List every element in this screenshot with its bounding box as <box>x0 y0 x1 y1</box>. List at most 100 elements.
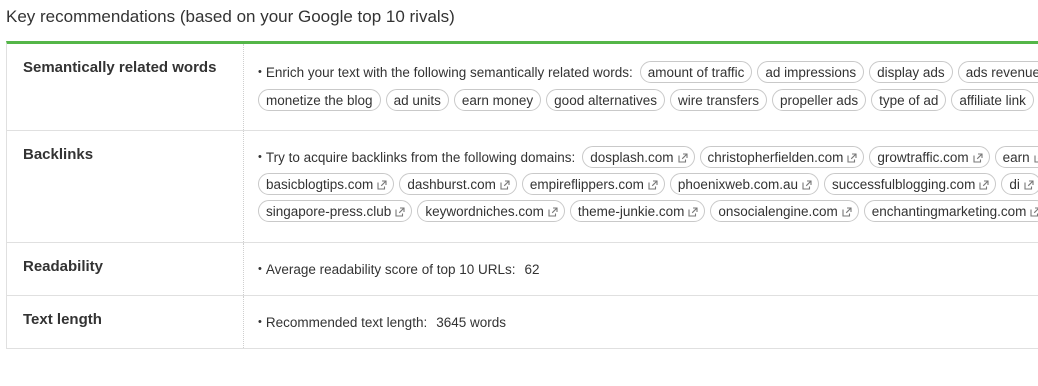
external-link-icon <box>1034 153 1038 163</box>
keyword-label: monetize the blog <box>266 92 373 108</box>
external-link-icon <box>688 206 698 217</box>
domain-label: growtraffic.com <box>877 149 969 165</box>
domain-chip[interactable]: singapore-press.club <box>258 200 413 222</box>
bullet: • <box>258 316 262 328</box>
row-label-text-length: Text length <box>23 311 102 328</box>
row-content-text-length: • Recommended text length: 3645 words <box>243 296 1038 348</box>
domain-chip[interactable]: dosplash.com <box>582 146 695 168</box>
keyword-chip[interactable]: earn money <box>453 89 542 111</box>
domain-label: dashburst.com <box>407 176 496 192</box>
backlinks-line-2: basicblogtips.com dashburst.com empireflip… <box>258 172 1038 196</box>
domain-label: di <box>1009 176 1020 192</box>
bullet: • <box>258 263 262 275</box>
keyword-label: ad impressions <box>765 64 857 80</box>
domain-label: enchantingmarketing.com <box>871 203 1027 219</box>
external-link-icon <box>1024 179 1034 190</box>
keyword-label: wire transfers <box>678 92 760 108</box>
keyword-chip[interactable]: ads revenue <box>957 61 1038 83</box>
external-link-icon <box>979 179 989 190</box>
external-link-icon <box>842 206 852 217</box>
keyword-chip[interactable]: ad units <box>385 89 449 111</box>
row-label-readability: Readability <box>23 258 104 275</box>
domain-chip[interactable]: onsocialengine.com <box>710 200 859 222</box>
domain-label: basicblogtips.com <box>266 176 374 192</box>
domain-label: christopherfielden.com <box>707 149 844 165</box>
domain-label: successfulblogging.com <box>831 176 976 192</box>
readability-score: 62 <box>524 261 540 277</box>
external-link-icon <box>802 179 812 190</box>
domain-chip[interactable]: successfulblogging.com <box>823 173 997 195</box>
external-link-icon <box>548 206 558 217</box>
row-label-backlinks: Backlinks <box>23 146 94 163</box>
row-semantic: Semantically related words • Enrich your… <box>7 44 1038 131</box>
domain-label: onsocialengine.com <box>718 203 838 219</box>
semantic-lead-text: Enrich your text with the following sema… <box>265 64 633 80</box>
backlinks-line-3: singapore-press.club keywordniches.com the… <box>258 199 1038 223</box>
keyword-chip[interactable]: good alternatives <box>546 89 665 111</box>
keyword-chip[interactable]: amount of traffic <box>639 61 753 83</box>
keyword-label: display ads <box>877 64 945 80</box>
text-length-lead-text: Recommended text length: <box>265 314 428 330</box>
external-link-icon <box>395 206 405 217</box>
keyword-label: amount of traffic <box>647 64 745 80</box>
domain-chip[interactable]: growtraffic.com <box>869 146 990 168</box>
row-text-length: Text length • Recommended text length: 3… <box>7 296 1038 349</box>
external-link-icon <box>1030 206 1038 217</box>
keyword-label: affiliate link <box>959 92 1026 108</box>
keyword-chip[interactable]: monetize the blog <box>258 89 381 111</box>
row-readability: Readability • Average readability score … <box>7 243 1038 296</box>
keyword-chip[interactable]: propeller ads <box>772 89 867 111</box>
readability-lead-text: Average readability score of top 10 URLs… <box>265 261 516 277</box>
row-label-semantic: Semantically related words <box>23 59 217 76</box>
domain-label: empireflippers.com <box>529 176 644 192</box>
domain-label: dosplash.com <box>590 149 674 165</box>
external-link-icon <box>973 152 983 163</box>
domain-label: earn <box>1002 149 1030 165</box>
domain-chip[interactable]: enchantingmarketing.com <box>863 200 1038 222</box>
backlinks-line-1: • Try to acquire backlinks from the foll… <box>258 145 1038 169</box>
keyword-chip[interactable]: type of ad <box>871 89 947 111</box>
external-link-icon <box>648 179 658 190</box>
domain-label: phoenixweb.com.au <box>677 176 798 192</box>
domain-chip[interactable]: earn <box>994 146 1038 168</box>
row-content-readability: • Average readability score of top 10 UR… <box>243 243 1038 295</box>
row-backlinks: Backlinks • Try to acquire backlinks fro… <box>7 131 1038 243</box>
domain-label: theme-junkie.com <box>577 203 685 219</box>
recommended-text-length: 3645 words <box>436 314 506 330</box>
keyword-label: ads revenue <box>965 64 1038 80</box>
keyword-label: type of ad <box>879 92 939 108</box>
external-link-icon <box>847 152 857 163</box>
readability-line: • Average readability score of top 10 UR… <box>258 257 540 281</box>
domain-chip[interactable]: phoenixweb.com.au <box>669 173 819 195</box>
keyword-chip[interactable]: display ads <box>869 61 953 83</box>
row-content-semantic: • Enrich your text with the following se… <box>243 44 1038 130</box>
keyword-label: earn money <box>461 92 534 108</box>
text-length-line: • Recommended text length: 3645 words <box>258 310 506 334</box>
page-title: Key recommendations (based on your Googl… <box>6 7 455 26</box>
keyword-chip[interactable]: affiliate link <box>951 89 1034 111</box>
domain-chip[interactable]: christopherfielden.com <box>699 146 865 168</box>
external-link-icon <box>500 179 510 190</box>
keyword-chip[interactable]: wire transfers <box>670 89 768 111</box>
domain-chip[interactable]: di <box>1001 173 1038 195</box>
backlinks-lead-text: Try to acquire backlinks from the follow… <box>265 149 576 165</box>
semantic-line-1: • Enrich your text with the following se… <box>258 60 1038 84</box>
domain-chip[interactable]: keywordniches.com <box>417 200 565 222</box>
keyword-label: propeller ads <box>780 92 859 108</box>
keyword-label: ad units <box>393 92 441 108</box>
row-content-backlinks: • Try to acquire backlinks from the foll… <box>243 131 1038 242</box>
bullet: • <box>258 151 262 163</box>
bullet: • <box>258 66 262 78</box>
domain-label: keywordniches.com <box>425 203 544 219</box>
semantic-line-2: monetize the blog ad units earn money good … <box>258 88 1034 112</box>
recommendations-table: Semantically related words • Enrich your… <box>6 41 1038 349</box>
domain-chip[interactable]: basicblogtips.com <box>258 173 395 195</box>
keyword-chip[interactable]: ad impressions <box>757 61 865 83</box>
domain-chip[interactable]: theme-junkie.com <box>569 200 706 222</box>
domain-chip[interactable]: dashburst.com <box>399 173 517 195</box>
external-link-icon <box>377 179 387 190</box>
domain-chip[interactable]: empireflippers.com <box>521 173 665 195</box>
keyword-label: good alternatives <box>554 92 657 108</box>
external-link-icon <box>677 152 688 163</box>
domain-label: singapore-press.club <box>266 203 392 219</box>
